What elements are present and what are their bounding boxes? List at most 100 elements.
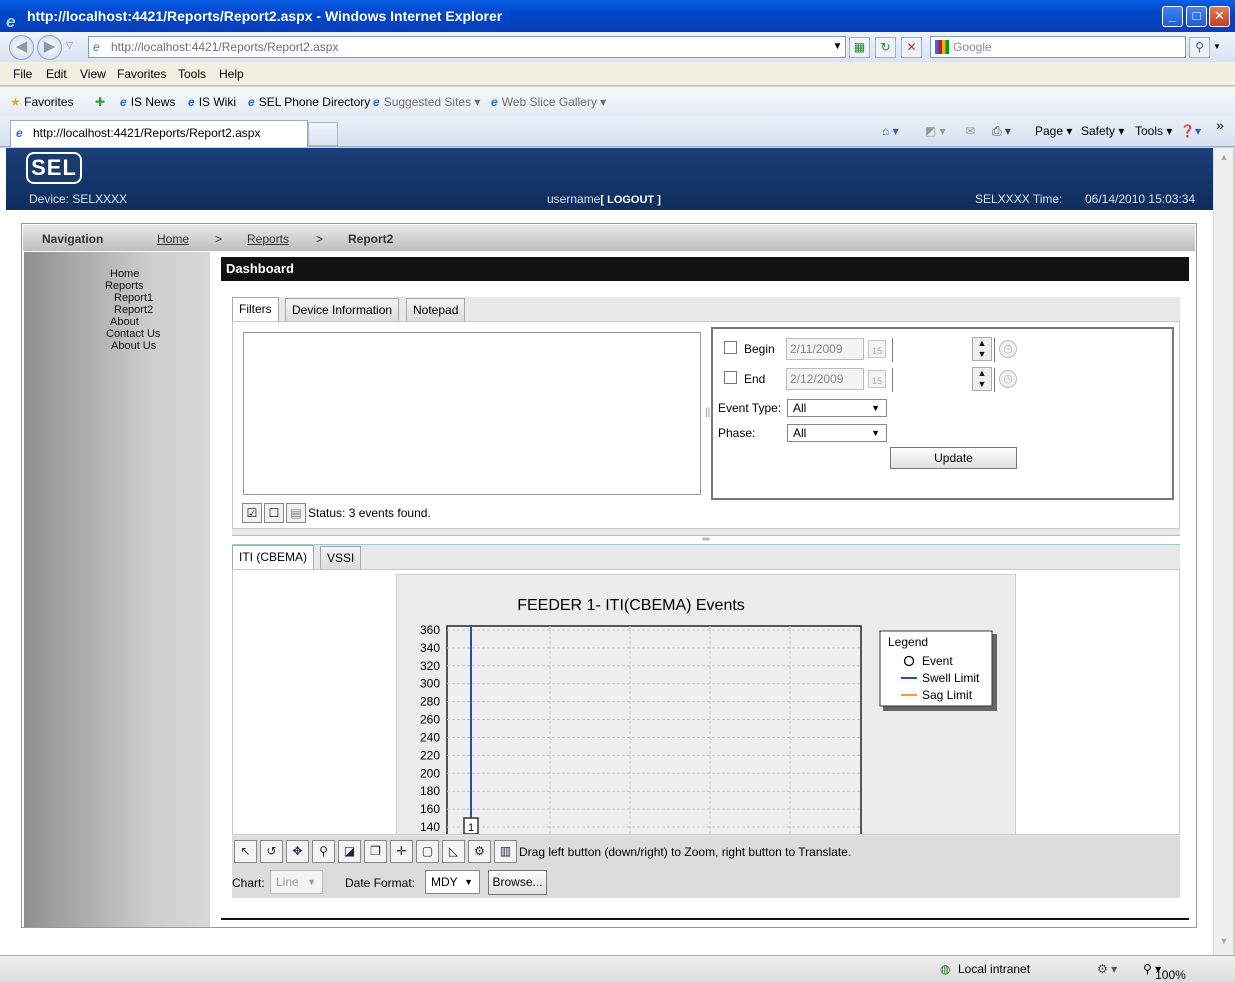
sidebar-item-home[interactable]: Home	[110, 268, 139, 280]
sidebar-item-contact-us[interactable]: Contact Us	[106, 328, 160, 340]
chart-type-select[interactable]: Line ▼	[270, 870, 323, 894]
event-marker-label: 1	[468, 822, 474, 834]
compatibility-icon[interactable]: ▦	[849, 37, 870, 58]
device-list[interactable]	[243, 332, 701, 495]
vertical-scrollbar[interactable]: ▲ ▼	[1213, 148, 1233, 955]
y-tick-label: 360	[420, 623, 440, 637]
tab-notepad[interactable]: Notepad	[406, 298, 466, 322]
url-input[interactable]: e http://localhost:4421/Reports/Report2.…	[88, 36, 846, 58]
fav-is-news[interactable]: e IS News	[120, 95, 175, 109]
favorites-button[interactable]: ★ Favorites	[10, 95, 73, 109]
update-button[interactable]: Update	[890, 447, 1017, 469]
end-calendar-icon[interactable]: 15	[868, 370, 886, 388]
scroll-down-icon[interactable]: ▼	[1217, 936, 1231, 950]
select-all-checkbox-icon[interactable]: ☑	[242, 503, 262, 523]
zoom-tool-icon[interactable]: ⚲	[312, 840, 335, 863]
status-bar: ◍ Local intranet ⚙ ▾ ⚲ 100% ▾	[0, 955, 1235, 982]
end-label: End	[744, 372, 766, 386]
home-icon[interactable]: ⌂ ▾	[882, 124, 899, 138]
tab-filters[interactable]: Filters	[232, 297, 279, 322]
search-options-icon[interactable]: ▼	[1213, 42, 1221, 51]
refresh-icon[interactable]: ↻	[875, 37, 896, 58]
reset-tool-icon[interactable]: ▢	[416, 840, 439, 863]
phase-select[interactable]: All ▼	[787, 424, 887, 442]
tab-device-information[interactable]: Device Information	[285, 298, 400, 322]
export-chart-tool-icon[interactable]: ▥	[494, 840, 517, 863]
tab-vssi[interactable]: VSSI	[320, 546, 362, 570]
new-tab-button[interactable]	[308, 122, 338, 146]
breadcrumb-home-link[interactable]: Home	[157, 232, 189, 246]
end-clock-icon[interactable]: ◷	[999, 370, 1017, 388]
maximize-button[interactable]: □	[1186, 6, 1207, 27]
page-menu[interactable]: Page ▾	[1035, 124, 1072, 138]
menu-file[interactable]: File	[13, 67, 32, 81]
history-dropdown-icon[interactable]: ▽	[66, 40, 73, 51]
end-time-spinner[interactable]: ▲ ▼	[972, 367, 992, 391]
back-button[interactable]: ◀	[9, 35, 34, 60]
export-icon[interactable]: ▤	[286, 503, 306, 523]
begin-checkbox[interactable]	[724, 341, 737, 354]
menu-favorites[interactable]: Favorites	[117, 67, 166, 81]
rotate-tool-icon[interactable]: ↺	[260, 840, 283, 863]
tab-iti-cbema[interactable]: ITI (CBEMA)	[232, 545, 314, 570]
begin-time-spinner[interactable]: ▲ ▼	[972, 337, 992, 361]
fav-suggested-sites[interactable]: e Suggested Sites ▾	[373, 95, 480, 109]
end-date-input[interactable]: 2/12/2009	[786, 368, 864, 390]
crosshair-tool-icon[interactable]: ✛	[390, 840, 413, 863]
more-commands-icon[interactable]: »	[1216, 117, 1224, 133]
zoom-control[interactable]: ⚲ 100% ▾	[1143, 962, 1186, 982]
sidebar-item-about[interactable]: About	[110, 316, 139, 328]
browser-tab-active[interactable]: e http://localhost:4421/Reports/Report2.…	[10, 120, 308, 147]
y-tick-label: 160	[420, 802, 440, 816]
add-favorite-icon[interactable]: ✚	[95, 95, 105, 109]
help-icon[interactable]: ❓▾	[1180, 124, 1201, 138]
properties-tool-icon[interactable]: ⚙	[468, 840, 491, 863]
safety-menu[interactable]: Safety ▾	[1081, 124, 1124, 138]
phase-label: Phase:	[718, 426, 756, 440]
protected-mode-icon[interactable]: ⚙ ▾	[1097, 962, 1117, 976]
search-input[interactable]: Google	[930, 36, 1186, 58]
sidebar-item-reports[interactable]: Reports	[105, 280, 144, 292]
menu-tools[interactable]: Tools	[178, 67, 206, 81]
fav-sel-phone-directory[interactable]: e SEL Phone Directory	[248, 95, 370, 109]
event-type-select[interactable]: All ▼	[787, 399, 887, 417]
star-icon: ★	[10, 95, 21, 109]
begin-calendar-icon[interactable]: 15	[868, 340, 886, 358]
copy-tool-icon[interactable]: ❐	[364, 840, 387, 863]
search-icon[interactable]: ⚲	[1189, 37, 1210, 58]
feeds-icon[interactable]: ◩ ▾	[925, 124, 946, 138]
scroll-up-icon[interactable]: ▲	[1217, 152, 1231, 166]
pointer-tool-icon[interactable]: ↖	[234, 840, 257, 863]
minimize-button[interactable]: _	[1162, 6, 1183, 27]
url-dropdown-icon[interactable]: ▼	[827, 37, 848, 58]
sidebar-item-report2[interactable]: Report2	[114, 304, 153, 316]
breadcrumb-reports-link[interactable]: Reports	[247, 232, 289, 246]
date-format-select[interactable]: MDY ▼	[425, 870, 480, 894]
mail-icon[interactable]: ✉	[965, 124, 975, 138]
close-window-button[interactable]: ✕	[1209, 6, 1230, 27]
deselect-all-checkbox-icon[interactable]: ☐	[264, 503, 284, 523]
end-checkbox[interactable]	[724, 371, 737, 384]
stop-icon[interactable]: ✕	[901, 37, 922, 58]
menu-view[interactable]: View	[80, 67, 106, 81]
panel-splitter[interactable]: ═	[232, 535, 1180, 545]
logout-link[interactable]: [ LOGOUT ]	[600, 194, 661, 206]
sidebar-item-about-us[interactable]: About Us	[111, 340, 156, 352]
print-icon[interactable]: ⎙ ▾	[992, 124, 1011, 139]
zoom-box-tool-icon[interactable]: ◪	[338, 840, 361, 863]
menu-edit[interactable]: Edit	[46, 67, 67, 81]
fav-web-slice-gallery[interactable]: e Web Slice Gallery ▾	[491, 95, 606, 109]
fav-is-wiki[interactable]: e IS Wiki	[188, 95, 236, 109]
pan-tool-icon[interactable]: ✥	[286, 840, 309, 863]
forward-button[interactable]: ▶	[37, 35, 62, 60]
axis-tool-icon[interactable]: ◺	[442, 840, 465, 863]
begin-clock-icon[interactable]: ◷	[999, 340, 1017, 358]
time-value: 06/14/2010 15:03:34	[1085, 192, 1196, 206]
sidebar-item-report1[interactable]: Report1	[114, 292, 153, 304]
browse-button[interactable]: Browse...	[488, 870, 547, 895]
menu-help[interactable]: Help	[219, 67, 244, 81]
tools-menu[interactable]: Tools ▾	[1135, 124, 1172, 138]
iti-chart[interactable]: FEEDER 1- ITI(CBEMA) Events 360 340 320 300…	[397, 575, 1017, 835]
splitter-handle[interactable]: ||	[705, 407, 710, 418]
begin-date-input[interactable]: 2/11/2009	[786, 338, 864, 360]
